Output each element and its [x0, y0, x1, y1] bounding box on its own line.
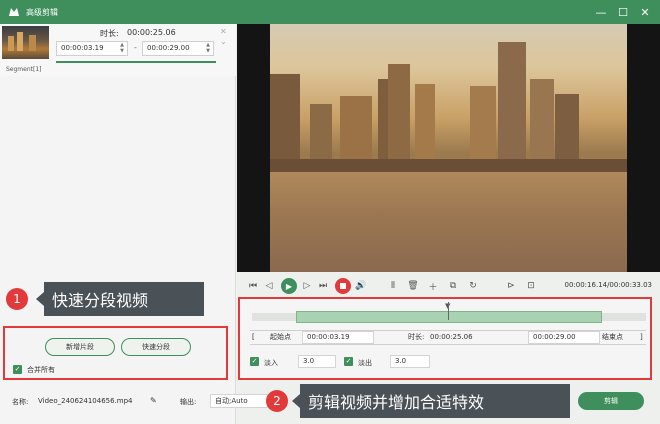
- playhead-line: [448, 302, 449, 320]
- fade-in-checkbox[interactable]: ✓: [250, 357, 259, 366]
- segment-thumbnail: [2, 26, 49, 59]
- selected-range[interactable]: [296, 311, 602, 323]
- segment-label: Segment[1]: [6, 66, 42, 73]
- callout-split: 快速分段视频: [36, 282, 204, 316]
- app-logo-icon: [9, 8, 19, 16]
- mark-out-icon[interactable]: ⊡: [525, 280, 537, 292]
- output-label: 输出:: [180, 398, 197, 406]
- stepper-icon[interactable]: ▲ ▼: [205, 42, 211, 54]
- segment-end-value: 00:00:29.00: [147, 44, 190, 52]
- stepper-icon[interactable]: ▲ ▼: [119, 42, 125, 54]
- video-frame: [270, 24, 627, 272]
- minimize-button[interactable]: —: [590, 0, 612, 24]
- edit-name-icon[interactable]: ✎: [150, 396, 157, 405]
- title-bar: 高级剪辑 — ☐ ✕: [0, 0, 660, 24]
- callout-edit-text: 剪辑视频并增加合适特效: [308, 393, 485, 412]
- split-controls-box: 新增片段 快速分段 ✓ 合并所有: [3, 326, 228, 380]
- segment-start-value: 00:00:03.19: [61, 44, 104, 52]
- edit-button[interactable]: 剪辑: [578, 392, 644, 410]
- start-point-label[interactable]: 起始点: [270, 331, 291, 344]
- end-point-label[interactable]: 结束点: [602, 331, 623, 344]
- close-icon[interactable]: ✕: [220, 27, 227, 36]
- prev-frame-icon[interactable]: ◁: [263, 280, 275, 292]
- callout-edit: 剪辑视频并增加合适特效: [292, 384, 570, 418]
- segment-end-input[interactable]: 00:00:29.00 ▲ ▼: [142, 41, 214, 56]
- delete-icon[interactable]: 🗑: [407, 280, 419, 292]
- duration-label: 时长:: [408, 333, 425, 341]
- start-point-input[interactable]: 00:00:03.19: [302, 331, 374, 344]
- step-badge-2: 2: [266, 390, 288, 412]
- volume-icon[interactable]: 🔊: [355, 280, 367, 292]
- merge-all-checkbox[interactable]: ✓: [13, 365, 22, 374]
- mark-in-icon[interactable]: ⊳: [505, 280, 517, 292]
- segment-card[interactable]: Segment[1] 时长: 00:00:25.06 00:00:03.19 ▲…: [0, 24, 236, 76]
- file-name: Video_240624104656.mp4: [38, 397, 133, 405]
- segment-progress-fill: [56, 61, 216, 63]
- segment-start-input[interactable]: 00:00:03.19 ▲ ▼: [56, 41, 128, 56]
- time-readout: 00:00:16.14/00:00:33.03: [564, 281, 653, 289]
- segment-progress-bar: [56, 61, 216, 63]
- window-title: 高级剪辑: [26, 7, 58, 17]
- merge-all-label: 合并所有: [27, 366, 55, 374]
- skip-end-icon[interactable]: ⏭: [317, 280, 329, 292]
- step-badge-1: 1: [6, 288, 28, 310]
- play-button[interactable]: ▶: [281, 278, 297, 294]
- add-icon[interactable]: ＋: [427, 280, 439, 293]
- end-point-input[interactable]: 00:00:29.00: [528, 331, 600, 344]
- next-frame-icon[interactable]: ▷: [301, 280, 313, 292]
- video-preview[interactable]: [237, 24, 660, 272]
- range-separator: -: [134, 43, 137, 52]
- fade-out-checkbox[interactable]: ✓: [344, 357, 353, 366]
- maximize-button[interactable]: ☐: [612, 0, 634, 24]
- quick-split-button[interactable]: 快速分段: [121, 338, 191, 356]
- fade-out-label: 淡出: [358, 359, 372, 367]
- skip-start-icon[interactable]: ⏮: [247, 280, 259, 292]
- name-label: 名称:: [12, 398, 29, 406]
- stop-button[interactable]: [335, 278, 351, 294]
- split-icon[interactable]: ⫴: [387, 280, 399, 292]
- duration-value: 00:00:25.06: [430, 333, 473, 341]
- close-button[interactable]: ✕: [634, 0, 656, 24]
- callout-split-text: 快速分段视频: [52, 291, 149, 310]
- trim-effects-box: ▼ [ 起始点 00:00:03.19 时长: 00:00:25.06 00:0…: [238, 297, 652, 380]
- trim-row: [ 起始点 00:00:03.19 时长: 00:00:25.06 00:00:…: [250, 330, 646, 345]
- segment-duration-label: 时长:: [100, 29, 119, 38]
- new-segment-button[interactable]: 新增片段: [45, 338, 115, 356]
- segment-duration-value: 00:00:25.06: [127, 28, 176, 37]
- reset-icon[interactable]: ↻: [467, 280, 479, 292]
- fade-in-label: 淡入: [264, 359, 278, 367]
- fade-in-input[interactable]: 3.0: [298, 355, 336, 368]
- chevron-down-icon[interactable]: ⌄: [220, 37, 227, 46]
- fade-out-input[interactable]: 3.0: [390, 355, 430, 368]
- output-select[interactable]: 自动;Auto: [210, 394, 268, 408]
- copy-icon[interactable]: ⧉: [447, 280, 459, 292]
- player-controls: ⏮ ◁ ▶ ▷ ⏭ 🔊 ⫴ 🗑 ＋ ⧉ ↻ ⊳ ⊡ 00:00:16.14/00…: [237, 276, 660, 296]
